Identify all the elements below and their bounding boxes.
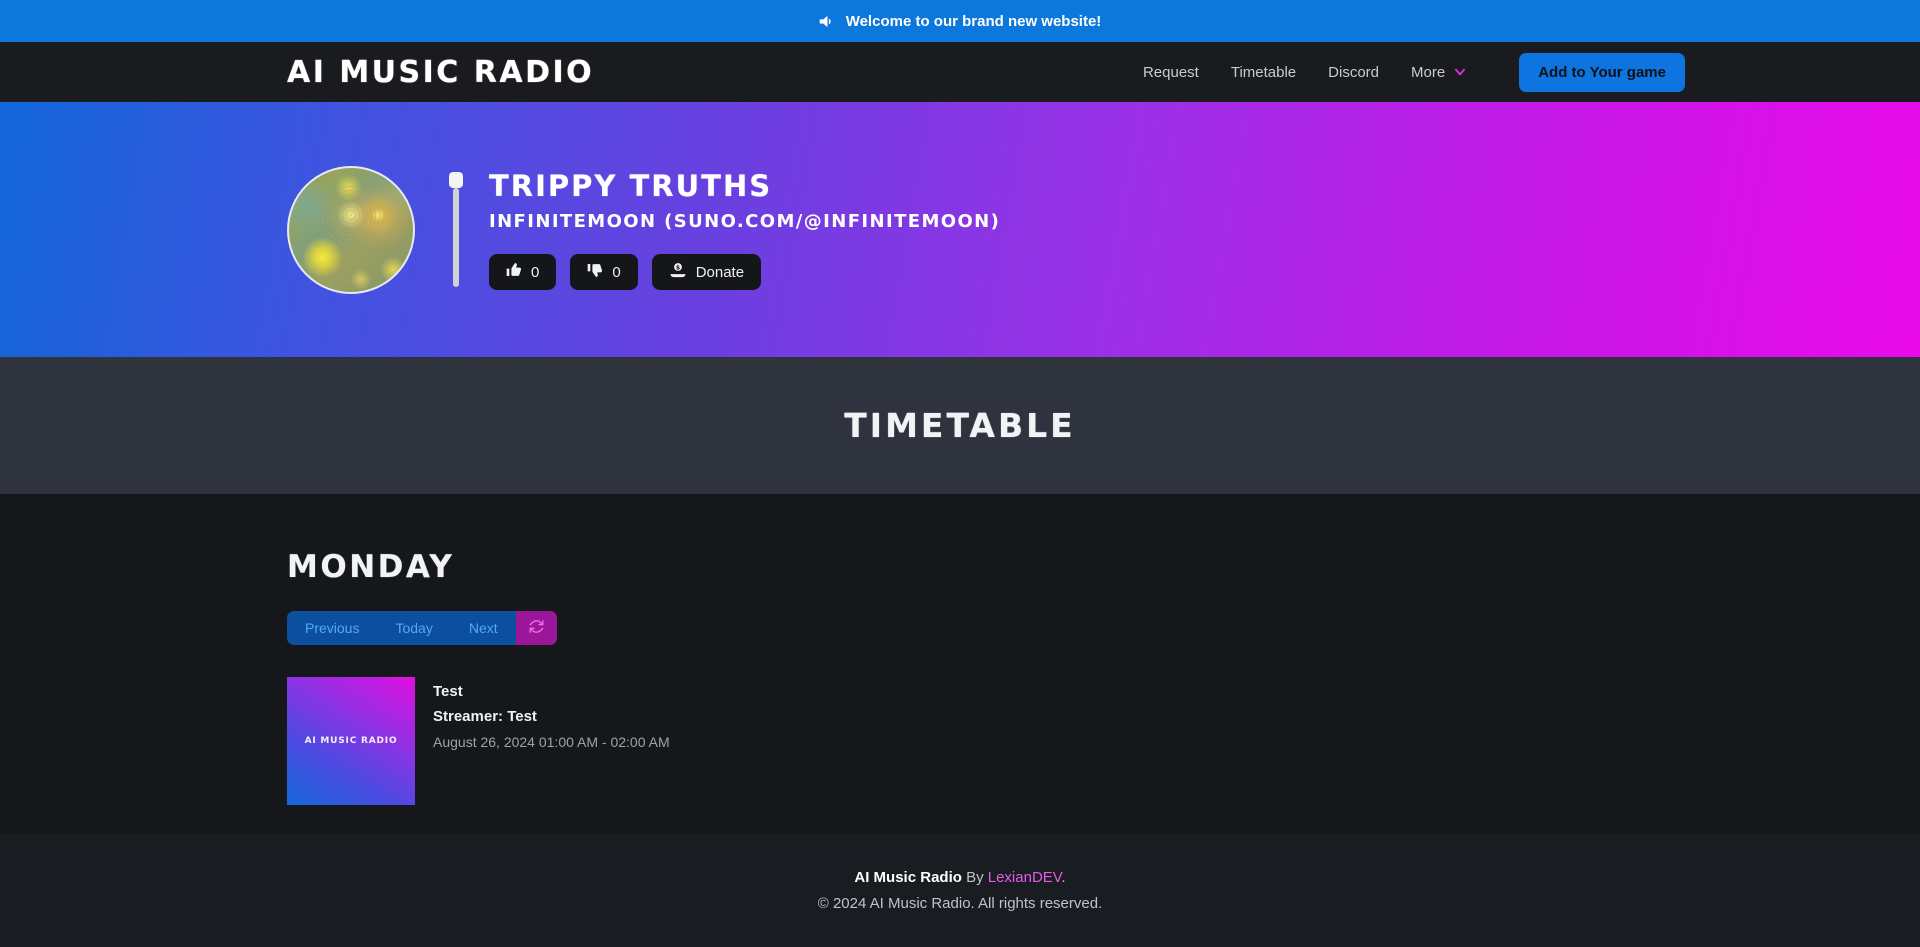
- volume-slider-track[interactable]: [453, 188, 459, 287]
- hand-holding-dollar-icon: $: [669, 261, 687, 283]
- volume-slider[interactable]: [449, 172, 463, 287]
- timetable-section: MONDAY Previous Today Next AI MUSIC RADI…: [0, 494, 1920, 844]
- schedule-thumbnail-label: AI MUSIC RADIO: [304, 736, 398, 746]
- refresh-button[interactable]: [515, 611, 557, 645]
- track-artist: INFINITEMOON (SUNO.COM/@INFINITEMOON): [489, 211, 1001, 232]
- svg-text:$: $: [676, 264, 680, 271]
- schedule-thumbnail[interactable]: AI MUSIC RADIO: [287, 677, 415, 805]
- album-art: [287, 165, 415, 294]
- chevron-down-icon: [1453, 65, 1467, 79]
- today-button[interactable]: Today: [377, 611, 451, 645]
- site-logo[interactable]: AI MUSIC RADIO: [287, 55, 594, 90]
- track-actions: 0 0 $ Donate: [489, 254, 1000, 290]
- footer-by: By: [961, 868, 988, 886]
- schedule-details: Test Streamer: Test August 26, 2024 01:0…: [433, 677, 670, 805]
- like-count: 0: [531, 263, 540, 281]
- schedule-streamer: Streamer: Test: [433, 708, 537, 725]
- track-title: TRIPPY TRUTHS: [489, 169, 1000, 203]
- thumbs-up-icon: [506, 262, 522, 282]
- footer-credit: AI Music Radio By LexianDEV.: [854, 869, 1065, 886]
- schedule-entry: AI MUSIC RADIO Test Streamer: Test Augus…: [287, 677, 1633, 805]
- volume-slider-thumb[interactable]: [449, 172, 463, 188]
- nav-links: Request Timetable Discord More Add to Yo…: [1143, 52, 1685, 92]
- nav-item-timetable[interactable]: Timetable: [1231, 64, 1296, 81]
- nav-item-discord[interactable]: Discord: [1328, 64, 1379, 81]
- timetable-navigation-group: Previous Today Next: [287, 611, 557, 645]
- footer-developer-link[interactable]: LexianDEV: [988, 869, 1062, 886]
- now-playing-hero: TRIPPY TRUTHS INFINITEMOON (SUNO.COM/@IN…: [0, 102, 1920, 357]
- nav-item-request[interactable]: Request: [1143, 64, 1199, 81]
- footer-copyright: © 2024 AI Music Radio. All rights reserv…: [817, 894, 1103, 912]
- announcement-text: Welcome to our brand new website!: [845, 12, 1102, 30]
- announcement-banner: Welcome to our brand new website!: [0, 0, 1920, 42]
- refresh-icon: [529, 619, 544, 637]
- nav-item-more[interactable]: More: [1411, 64, 1467, 81]
- thumbs-down-icon: [587, 262, 603, 282]
- nav-item-more-label: More: [1411, 63, 1446, 81]
- donate-label: Donate: [695, 263, 745, 281]
- add-to-your-game-button[interactable]: Add to Your game: [1519, 52, 1685, 92]
- navbar: AI MUSIC RADIO Request Timetable Discord…: [0, 42, 1920, 102]
- track-info: TRIPPY TRUTHS INFINITEMOON (SUNO.COM/@IN…: [489, 169, 1000, 290]
- dislike-button[interactable]: 0: [570, 254, 638, 290]
- footer-period: .: [1061, 868, 1066, 886]
- schedule-title: Test: [433, 683, 463, 700]
- previous-button[interactable]: Previous: [287, 611, 378, 645]
- footer: AI Music Radio By LexianDEV. © 2024 AI M…: [0, 833, 1920, 947]
- dislike-count: 0: [612, 263, 621, 281]
- page-title: TIMETABLE: [844, 406, 1076, 445]
- donate-button[interactable]: $ Donate: [651, 254, 762, 290]
- next-button[interactable]: Next: [450, 611, 516, 645]
- timetable-title-band: TIMETABLE: [0, 357, 1920, 494]
- like-button[interactable]: 0: [489, 254, 557, 290]
- day-heading: MONDAY: [287, 549, 1633, 585]
- footer-brand: AI Music Radio: [854, 868, 962, 886]
- megaphone-icon: [819, 13, 836, 30]
- schedule-time: August 26, 2024 01:00 AM - 02:00 AM: [433, 734, 670, 750]
